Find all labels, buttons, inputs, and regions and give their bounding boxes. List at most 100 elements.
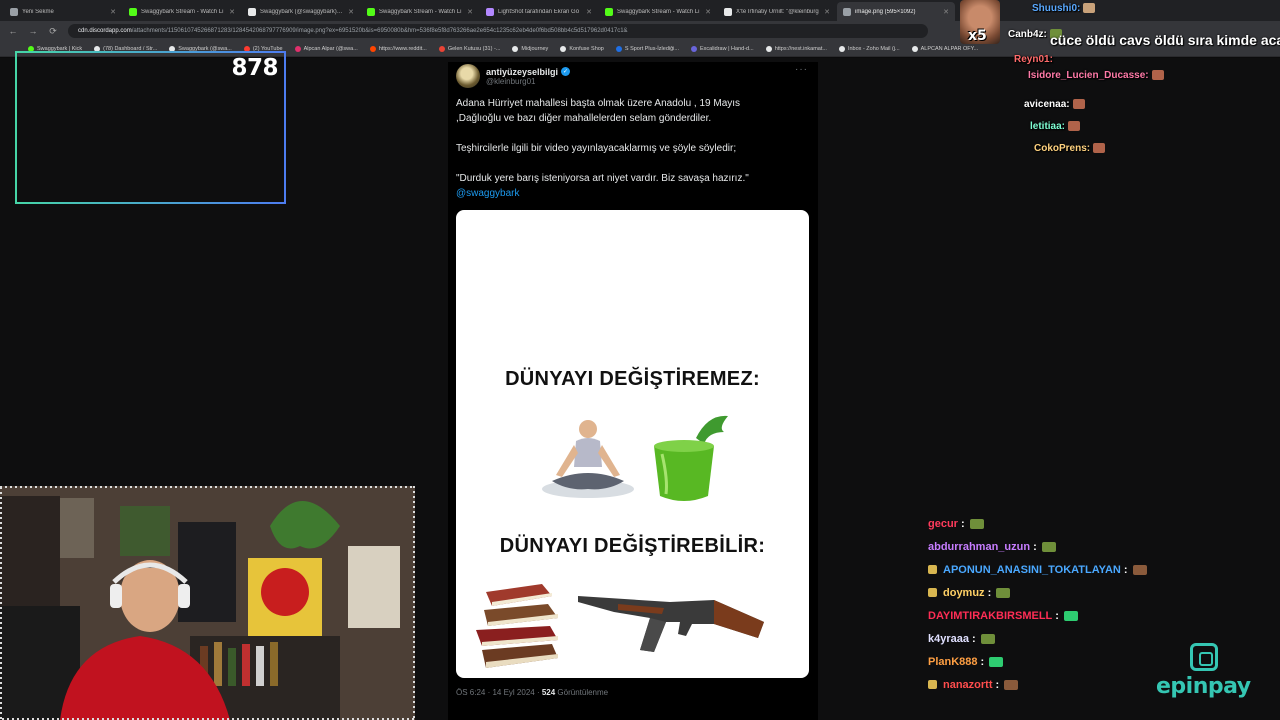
tweet-author-name[interactable]: antiyüzeyselbilgi xyxy=(486,67,558,77)
reload-icon[interactable]: ⟳ xyxy=(48,26,58,37)
bookmark-item[interactable]: Konfuse Shop xyxy=(560,45,604,52)
emote-icon xyxy=(989,656,1004,667)
counter-value: 878 xyxy=(231,55,278,81)
bookmark-favicon-icon xyxy=(560,45,567,52)
close-icon[interactable]: ✕ xyxy=(586,8,592,16)
chat-separator: : xyxy=(995,678,1000,691)
tweet-author-handle[interactable]: @kleinburg01 xyxy=(486,77,570,86)
chat-username[interactable]: DAYIMTIRAKBIRSMELL xyxy=(928,610,1052,622)
chat-message: cüce öldü cavs öldü sıra kimde acab xyxy=(1050,32,1280,48)
close-icon[interactable]: ✕ xyxy=(705,8,711,16)
chat-separator: : xyxy=(1033,540,1037,553)
tab-favicon-icon xyxy=(843,7,851,16)
chat-message: DAYIMTIRAKBIRSMELL: xyxy=(928,604,1228,627)
chat-overlay-bottom: gecur: abdurrahman_uzun: APONUN_ANASINI_TO… xyxy=(928,512,1228,696)
chat-username[interactable]: Shuushi0: xyxy=(1032,3,1080,14)
browser-tab[interactable]: image.png (595×1092) ✕ xyxy=(837,2,955,21)
forward-icon[interactable]: → xyxy=(28,26,38,36)
close-icon[interactable]: ✕ xyxy=(824,8,830,16)
chat-username[interactable]: abdurrahman_uzun xyxy=(928,541,1030,553)
bookmark-label: https://nest.inkamat... xyxy=(774,45,827,52)
bookmark-label: https://www.reddit... xyxy=(378,45,427,52)
webcam-scene xyxy=(0,486,415,720)
tab-title: Swaggybark Stream - Watch Li xyxy=(617,8,700,15)
tweet-line: Teşhircilerle ilgili bir video yayınlaya… xyxy=(456,143,737,154)
url-host: cdn.discordapp.com xyxy=(78,28,132,34)
bookmark-label: S Sport Plus-İzlediği... xyxy=(624,45,679,52)
tab-favicon-icon xyxy=(605,7,613,16)
bookmark-item[interactable]: Alpcan Alpar (@swa... xyxy=(294,45,358,52)
chat-username[interactable]: Canb4z: xyxy=(1008,29,1047,40)
address-bar[interactable]: cdn.discordapp.com /attachments/11506107… xyxy=(68,24,928,38)
chat-username[interactable]: Isidore_Lucien_Ducasse: xyxy=(1028,70,1149,81)
tweet-line: "Durduk yere barış isteniyorsa art niyet… xyxy=(456,173,749,184)
emote-icon xyxy=(1093,143,1106,154)
emote-icon xyxy=(1004,679,1019,690)
subscriber-badge-icon xyxy=(928,680,937,689)
close-icon[interactable]: ✕ xyxy=(110,8,116,16)
chat-message: abdurrahman_uzun: xyxy=(928,535,1228,558)
bookmark-item[interactable]: https://www.reddit... xyxy=(369,45,427,52)
browser-tab[interactable]: Yeni Sekme ✕ xyxy=(4,2,122,21)
chat-message: gecur: xyxy=(928,512,1228,535)
chat-username[interactable]: gecur xyxy=(928,518,958,530)
avatar[interactable] xyxy=(456,64,480,88)
chat-username[interactable]: doymuz xyxy=(943,587,985,599)
sponsor-logo: epinpay xyxy=(1156,674,1251,699)
bookmark-item[interactable]: ALPCAN ALPAR OFY... xyxy=(911,45,978,52)
close-icon[interactable]: ✕ xyxy=(229,8,235,16)
emote-icon xyxy=(1132,564,1147,575)
chat-username[interactable]: CokoPrens: xyxy=(1034,143,1090,154)
back-icon[interactable]: ← xyxy=(8,26,18,36)
tweet-header: antiyüzeyselbilgi ✓ @kleinburg01 xyxy=(456,64,571,88)
verified-badge-icon: ✓ xyxy=(561,67,571,76)
books-image xyxy=(476,584,558,668)
chat-username[interactable]: nanazortt xyxy=(943,679,993,691)
counter-overlay: 878 xyxy=(15,51,286,204)
bookmark-label: Konfuse Shop xyxy=(569,45,604,52)
tweet-views-label: Görüntülenme xyxy=(555,688,609,697)
mention-link[interactable]: @swaggybark xyxy=(456,188,520,199)
close-icon[interactable]: ✕ xyxy=(467,8,473,16)
epinpay-logo-icon xyxy=(1190,643,1218,671)
browser-tab[interactable]: Swaggybark (@swaggybark) / X ✕ xyxy=(242,2,360,21)
chat-message: Isidore_Lucien_Ducasse: xyxy=(1028,70,1164,81)
bookmark-item[interactable]: https://nest.inkamat... xyxy=(765,45,827,52)
bookmark-item[interactable]: Midjourney xyxy=(512,45,548,52)
chat-username[interactable]: k4yraaa xyxy=(928,633,969,645)
browser-tab[interactable]: Swaggybark Stream - Watch Li ✕ xyxy=(599,2,717,21)
bookmark-item[interactable]: S Sport Plus-İzlediği... xyxy=(615,45,679,52)
tweet-time[interactable]: ÖS 6:24 · 14 Eyl 2024 · xyxy=(456,688,542,697)
browser-tab[interactable]: Swaggybark Stream - Watch Li ✕ xyxy=(361,2,479,21)
tab-title: Yeni Sekme xyxy=(22,8,54,15)
close-icon[interactable]: ✕ xyxy=(943,8,949,16)
browser-tab[interactable]: Swaggybark Stream - Watch Li ✕ xyxy=(123,2,241,21)
chat-separator: : xyxy=(980,655,985,668)
bookmark-item[interactable]: Gelen Kutusu (31) -... xyxy=(438,45,501,52)
tab-title: image.png (595×1092) xyxy=(855,8,916,15)
chat-username[interactable]: avicenaa: xyxy=(1024,99,1070,110)
chat-username[interactable]: PlanK888 xyxy=(928,656,978,668)
webcam-feed xyxy=(0,486,415,720)
bookmark-label: Inbox - Zoho Mail (j... xyxy=(847,45,900,52)
ellipsis-icon[interactable]: ··· xyxy=(795,64,808,75)
tweet-views: 524 xyxy=(541,688,556,697)
emote-icon xyxy=(1063,610,1078,621)
chat-username[interactable]: APONUN_ANASINI_TOKATLAYAN xyxy=(943,564,1121,576)
chat-username[interactable]: Reyn01: xyxy=(1014,54,1053,65)
emote-icon xyxy=(1151,70,1164,81)
bookmark-favicon-icon xyxy=(369,45,376,52)
browser-tab[interactable]: LightShot tarafından Ekran Gö ✕ xyxy=(480,2,598,21)
tweet-image[interactable]: DÜNYAYI DEĞİŞTİREMEZ: DÜNYAYI DEĞİŞTİREB… xyxy=(456,210,809,678)
chat-username[interactable]: letitiaa: xyxy=(1030,121,1065,132)
bookmark-label: Gelen Kutusu (31) -... xyxy=(447,45,501,52)
chat-separator: : xyxy=(1123,563,1128,576)
emote-icon xyxy=(980,633,995,644)
meme-heading-top: DÜNYAYI DEĞİŞTİREMEZ: xyxy=(505,368,760,390)
browser-tab[interactable]: X'te İrfinatiy Ürnilt: "@kleinburg ✕ xyxy=(718,2,836,21)
tweet-meta: ÖS 6:24 · 14 Eyl 2024 · 524 Görüntülenme xyxy=(456,688,608,697)
bookmark-item[interactable]: Excalidraw | Hand-d... xyxy=(690,45,754,52)
bookmark-item[interactable]: Inbox - Zoho Mail (j... xyxy=(838,45,900,52)
close-icon[interactable]: ✕ xyxy=(348,8,354,16)
chat-separator: : xyxy=(1055,609,1059,622)
